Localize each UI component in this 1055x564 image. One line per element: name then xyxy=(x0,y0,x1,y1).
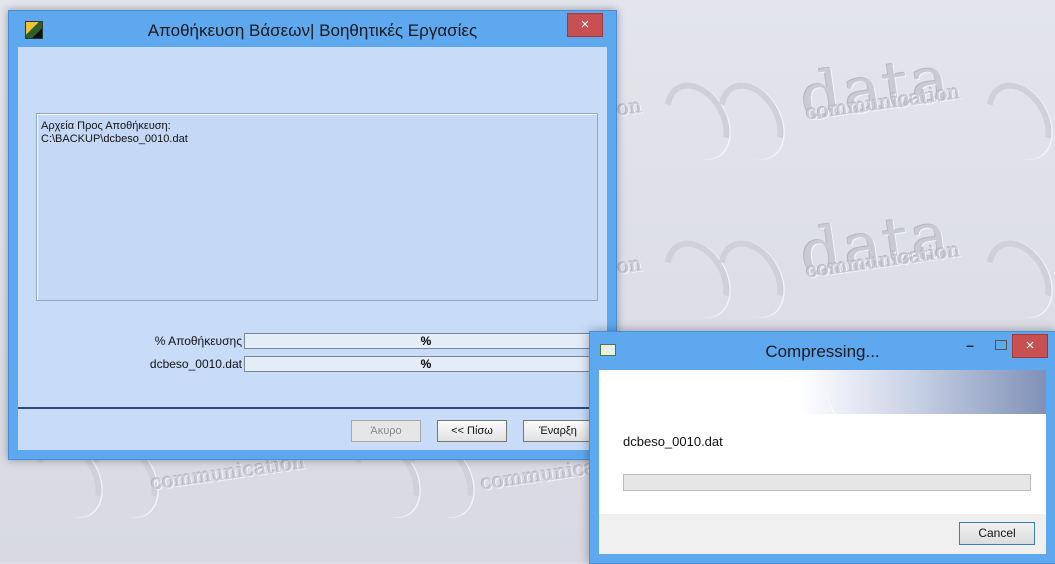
watermark-arc xyxy=(705,228,797,330)
header-banner xyxy=(599,370,1046,414)
dialog-footer: Cancel xyxy=(599,514,1046,554)
banner-swoosh xyxy=(826,370,1046,414)
cancel-button[interactable]: Άκυρο xyxy=(351,420,421,442)
compressing-dialog: Compressing... – × dcbeso_0010.dat Cance… xyxy=(589,331,1055,564)
progress-bar: % xyxy=(244,356,608,372)
files-label: Αρχεία Προς Αποθήκευση: xyxy=(41,120,171,132)
watermark-arc xyxy=(705,70,797,172)
title-bar[interactable]: Αποθήκευση Βάσεων| Βοηθητικές Εργασίες × xyxy=(9,11,616,47)
divider xyxy=(18,407,607,409)
progress-row-total: % Αποθήκευσης % xyxy=(18,333,608,349)
dialog-title: Compressing... xyxy=(765,342,880,361)
watermark-fragment: on xyxy=(615,251,644,279)
compress-progress-bar xyxy=(623,474,1031,491)
compress-file-name: dcbeso_0010.dat xyxy=(623,434,723,449)
progress-bar: % xyxy=(244,333,608,349)
cancel-button[interactable]: Cancel xyxy=(959,522,1035,545)
files-list-box[interactable]: Αρχεία Προς Αποθήκευση: C:\BACKUP\dcbeso… xyxy=(36,113,598,301)
close-button[interactable]: × xyxy=(1012,334,1048,358)
start-button[interactable]: Έναρξη xyxy=(523,420,593,442)
progress-percent: % xyxy=(420,357,432,371)
progress-label: dcbeso_0010.dat xyxy=(149,357,242,371)
watermark-arc xyxy=(973,228,1055,330)
back-button[interactable]: << Πίσω xyxy=(437,420,507,442)
backup-dialog: Αποθήκευση Βάσεων| Βοηθητικές Εργασίες ×… xyxy=(8,10,617,460)
watermark-arc xyxy=(973,70,1055,172)
dialog-body: dcbeso_0010.dat xyxy=(599,414,1046,514)
progress-row-file: dcbeso_0010.dat % xyxy=(18,356,608,372)
dialog-client-area: Αρχεία Προς Αποθήκευση: C:\BACKUP\dcbeso… xyxy=(18,47,608,450)
dialog-title: Αποθήκευση Βάσεων| Βοηθητικές Εργασίες xyxy=(147,21,478,40)
maximize-button[interactable] xyxy=(995,340,1007,350)
minimize-button[interactable]: – xyxy=(960,338,980,352)
progress-percent: % xyxy=(420,334,432,348)
file-path: C:\BACKUP\dcbeso_0010.dat xyxy=(41,133,188,145)
progress-label: % Αποθήκευσης xyxy=(154,334,242,348)
close-button[interactable]: × xyxy=(567,13,603,37)
watermark-fragment: on xyxy=(615,93,644,121)
